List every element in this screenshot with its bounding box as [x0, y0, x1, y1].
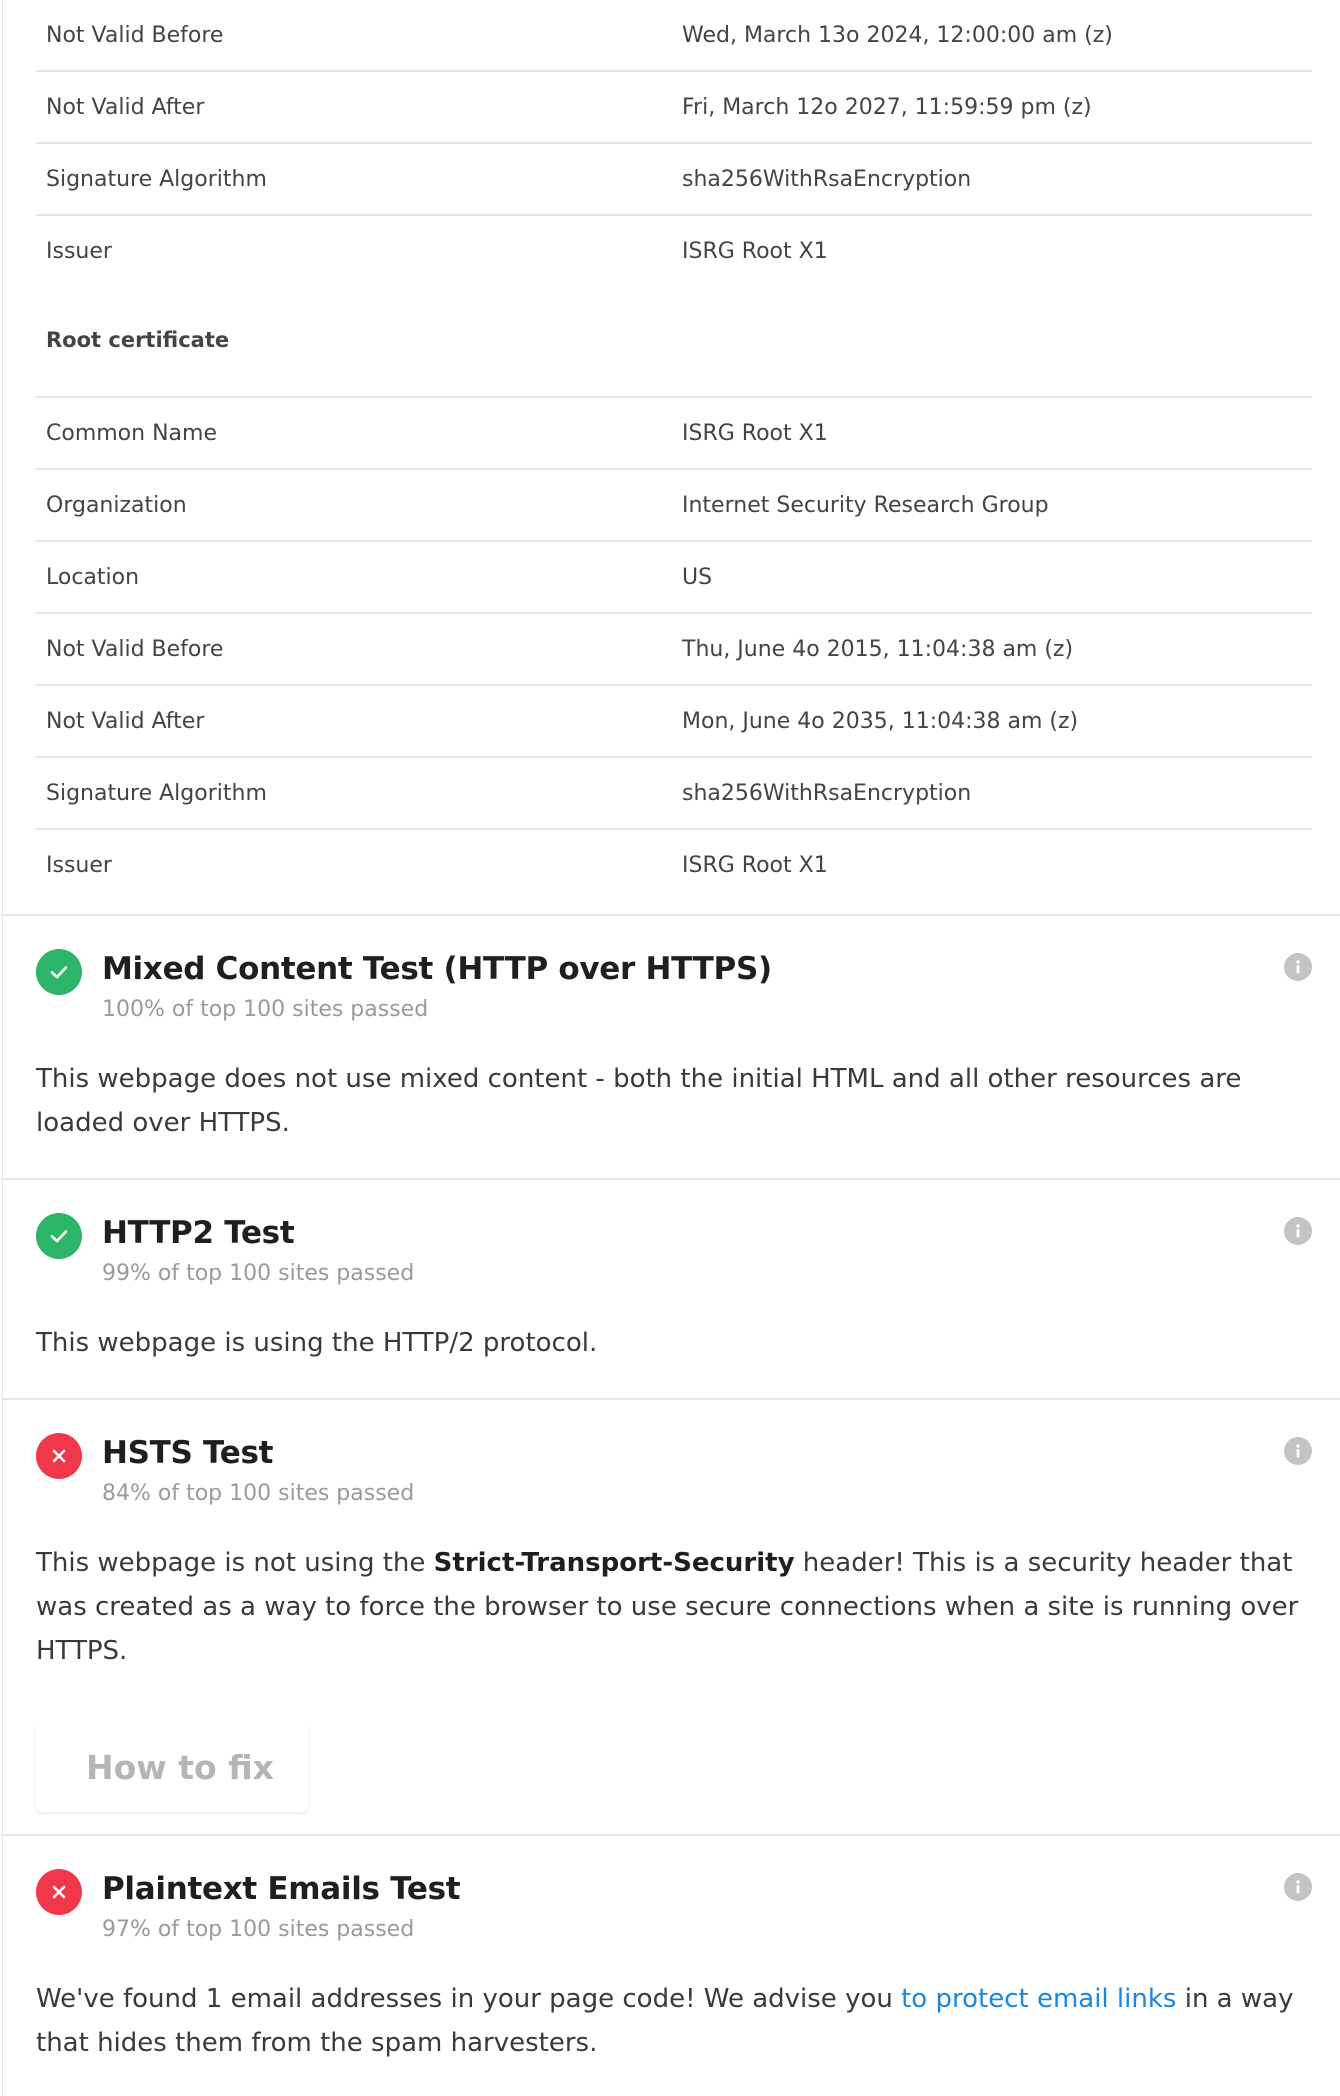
root-certificate-heading: Root certificate — [36, 288, 1312, 398]
cert-row-issuer: Issuer ISRG Root X1 — [36, 216, 1312, 288]
section-divider — [3, 914, 1340, 916]
test-subtitle: 97% of top 100 sites passed — [102, 1917, 415, 1942]
cert-key: Not Valid After — [46, 95, 205, 120]
cert-key: Not Valid Before — [46, 23, 224, 48]
cert-value: US — [682, 565, 713, 590]
test-description: This webpage is using the HTTP/2 protoco… — [36, 1328, 598, 1358]
cert-value: ISRG Root X1 — [682, 421, 828, 446]
cert-key: Location — [46, 565, 140, 590]
cert-row-root-not-valid-after: Not Valid After Mon, June 4o 2035, 11:04… — [36, 686, 1312, 758]
test-description: This webpage does not use mixed content … — [36, 1064, 1242, 1138]
cert-row-organization: Organization Internet Security Research … — [36, 470, 1312, 542]
cert-row-not-valid-before: Not Valid Before Wed, March 13o 2024, 12… — [36, 0, 1312, 72]
desc-text: We've found 1 email addresses in your pa… — [36, 1984, 902, 2014]
info-icon[interactable] — [1284, 953, 1312, 981]
protect-email-links-link[interactable]: to protect email links — [901, 1984, 1176, 2014]
cert-row-location: Location US — [36, 542, 1312, 614]
cert-value: sha256WithRsaEncryption — [682, 781, 972, 806]
info-icon[interactable] — [1284, 1217, 1312, 1245]
cert-key: Issuer — [46, 853, 112, 878]
check-icon — [36, 949, 82, 995]
root-certificate-label: Root certificate — [46, 328, 230, 352]
cert-key: Signature Algorithm — [46, 781, 267, 806]
cert-row-signature-algorithm: Signature Algorithm sha256WithRsaEncrypt… — [36, 144, 1312, 216]
page: Not Valid Before Wed, March 13o 2024, 12… — [0, 0, 1340, 2096]
cert-row-not-valid-after: Not Valid After Fri, March 12o 2027, 11:… — [36, 72, 1312, 144]
cert-value: Fri, March 12o 2027, 11:59:59 pm (z) — [682, 95, 1092, 120]
cert-value: Internet Security Research Group — [682, 493, 1049, 518]
cross-icon — [36, 1433, 82, 1479]
cert-row-root-not-valid-before: Not Valid Before Thu, June 4o 2015, 11:0… — [36, 614, 1312, 686]
test-description: This webpage is not using the Strict-Tra… — [36, 1541, 1312, 1673]
test-description: We've found 1 email addresses in your pa… — [36, 1977, 1312, 2065]
section-divider — [3, 1178, 1340, 1180]
cert-value: ISRG Root X1 — [682, 853, 828, 878]
cert-row-root-signature-algorithm: Signature Algorithm sha256WithRsaEncrypt… — [36, 758, 1312, 830]
info-icon[interactable] — [1284, 1873, 1312, 1901]
check-icon — [36, 1213, 82, 1259]
header-name: Strict-Transport-Security — [433, 1548, 795, 1578]
cert-value: Wed, March 13o 2024, 12:00:00 am (z) — [682, 23, 1113, 48]
desc-text: This webpage is not using the — [36, 1548, 434, 1578]
cross-icon — [36, 1869, 82, 1915]
cert-value: Mon, June 4o 2035, 11:04:38 am (z) — [682, 709, 1079, 734]
cert-key: Signature Algorithm — [46, 167, 267, 192]
cert-value: ISRG Root X1 — [682, 239, 828, 264]
test-subtitle: 100% of top 100 sites passed — [102, 997, 429, 1022]
cert-row-root-issuer: Issuer ISRG Root X1 — [36, 830, 1312, 902]
how-to-fix-button[interactable]: How to fix — [36, 1722, 308, 1812]
test-subtitle: 99% of top 100 sites passed — [102, 1261, 415, 1286]
cert-key: Common Name — [46, 421, 217, 446]
section-divider — [3, 1398, 1340, 1400]
cert-key: Organization — [46, 493, 187, 518]
certificate-table: Not Valid Before Wed, March 13o 2024, 12… — [36, 0, 1312, 902]
section-divider — [3, 1834, 1340, 1836]
cert-value: Thu, June 4o 2015, 11:04:38 am (z) — [682, 637, 1074, 662]
results-panel: Not Valid Before Wed, March 13o 2024, 12… — [2, 0, 1340, 2096]
test-title: HTTP2 Test — [102, 1215, 295, 1251]
info-icon[interactable] — [1284, 1437, 1312, 1465]
cert-key: Issuer — [46, 239, 112, 264]
test-title: Mixed Content Test (HTTP over HTTPS) — [102, 951, 772, 987]
test-title: Plaintext Emails Test — [102, 1871, 461, 1907]
test-title: HSTS Test — [102, 1435, 274, 1471]
cert-row-common-name: Common Name ISRG Root X1 — [36, 398, 1312, 470]
test-subtitle: 84% of top 100 sites passed — [102, 1481, 415, 1506]
cert-key: Not Valid Before — [46, 637, 224, 662]
cert-key: Not Valid After — [46, 709, 205, 734]
cert-value: sha256WithRsaEncryption — [682, 167, 972, 192]
